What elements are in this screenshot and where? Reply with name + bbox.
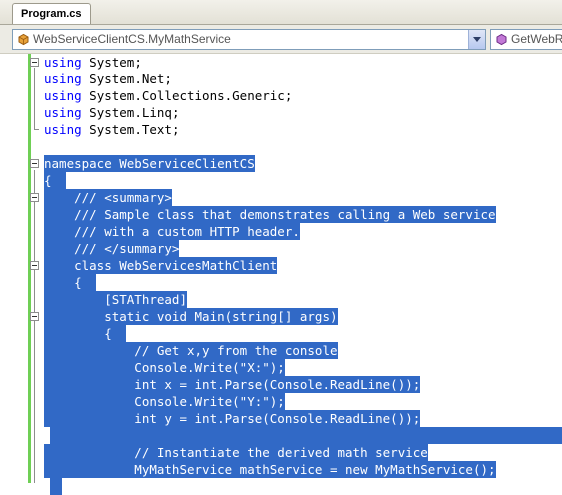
code-line: MyMathService mathService = new MyMathSe… — [44, 461, 496, 478]
code-line: int x = int.Parse(Console.ReadLine()); — [44, 376, 421, 393]
code-line: namespace WebServiceClientCS — [0, 155, 562, 172]
collapse-icon[interactable] — [30, 261, 39, 270]
navigation-bar: WebServiceClientCS.MyMathService GetWebR… — [0, 25, 562, 54]
member-dropdown[interactable]: GetWebRe — [490, 29, 562, 50]
code-line: [STAThread] — [44, 291, 187, 308]
document-tab-strip: Program.cs — [0, 0, 562, 25]
code-line: /// </summary> — [44, 240, 180, 257]
code-line — [0, 478, 562, 495]
method-icon — [496, 33, 507, 46]
code-line: /// with a custom HTTP header. — [44, 223, 300, 240]
code-line: class WebServicesMathClient — [0, 257, 562, 274]
code-line: static void Main(string[] args) — [0, 308, 562, 325]
collapse-icon[interactable] — [30, 58, 39, 67]
code-line: using System.Text; — [44, 122, 180, 137]
code-line: using System; — [0, 54, 562, 71]
code-line: using System.Linq; — [44, 105, 180, 120]
tab-program-cs[interactable]: Program.cs — [12, 3, 91, 24]
code-line: int y = int.Parse(Console.ReadLine()); — [44, 410, 421, 427]
code-line: { — [0, 325, 562, 342]
tab-label: Program.cs — [21, 8, 82, 20]
class-icon — [18, 33, 29, 46]
code-line: /// Sample class that demonstrates calli… — [44, 206, 496, 223]
chevron-down-icon[interactable] — [468, 30, 485, 49]
code-line: { — [0, 172, 562, 189]
code-line — [0, 427, 562, 444]
code-line: Console.Write("Y:"); — [44, 393, 285, 410]
type-dropdown-value: WebServiceClientCS.MyMathService — [33, 32, 231, 46]
code-editor[interactable]: using System; using System.Net; using Sy… — [0, 54, 562, 495]
code-line: // Instantiate the derived math service — [44, 444, 428, 461]
selected-blank-line — [50, 427, 562, 444]
code-line: // Get x,y from the console — [44, 342, 338, 359]
code-line: /// <summary> — [0, 189, 562, 206]
collapse-icon[interactable] — [30, 312, 39, 321]
code-line: using System.Collections.Generic; — [44, 88, 293, 103]
code-line: using System.Net; — [44, 71, 172, 86]
collapse-icon[interactable] — [30, 159, 39, 168]
selected-blank-line — [50, 478, 62, 495]
code-line: { — [0, 274, 562, 291]
type-dropdown[interactable]: WebServiceClientCS.MyMathService — [12, 29, 486, 50]
code-line: Console.Write("X:"); — [44, 359, 285, 376]
member-dropdown-value: GetWebRe — [511, 32, 562, 46]
collapse-icon[interactable] — [30, 193, 39, 202]
